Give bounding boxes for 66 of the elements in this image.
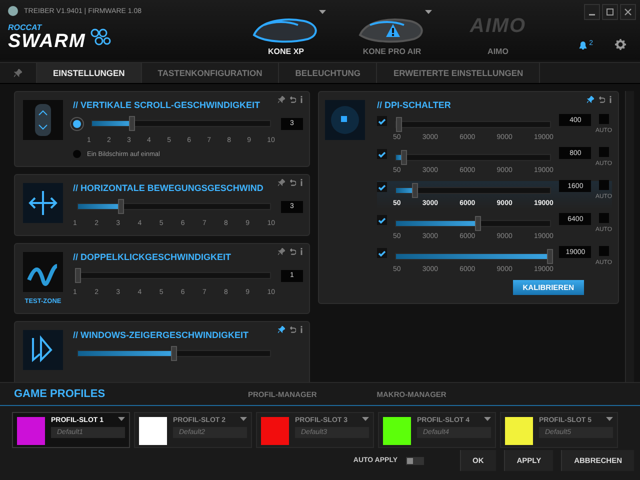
auto-checkbox[interactable] bbox=[598, 246, 609, 256]
sensor-icon bbox=[325, 100, 365, 140]
slider-thumb[interactable] bbox=[474, 216, 481, 231]
undo-icon[interactable] bbox=[289, 248, 296, 255]
auto-checkbox[interactable] bbox=[598, 114, 609, 124]
minimize-icon[interactable] bbox=[584, 4, 600, 20]
undo-icon[interactable] bbox=[598, 96, 605, 103]
slider-thumb[interactable] bbox=[400, 150, 407, 165]
slider-thumb[interactable] bbox=[396, 117, 402, 132]
slider-thumb[interactable] bbox=[128, 116, 135, 131]
bell-icon[interactable] bbox=[578, 40, 588, 50]
radio-button[interactable] bbox=[73, 120, 81, 128]
auto-checkbox[interactable] bbox=[598, 147, 609, 157]
info-icon[interactable] bbox=[300, 326, 303, 333]
checkbox[interactable] bbox=[377, 215, 387, 225]
pin-icon[interactable] bbox=[587, 96, 594, 103]
card-title: // DOPPELKLICKGESCHWINDIGKEIT bbox=[73, 252, 232, 262]
caret-icon[interactable] bbox=[319, 10, 326, 14]
card-title: // HORIZONTALE BEWEGUNGSGESCHWIND bbox=[73, 183, 264, 193]
pin-icon[interactable] bbox=[278, 326, 285, 333]
caret-icon[interactable] bbox=[425, 10, 432, 14]
caret-icon[interactable] bbox=[484, 417, 491, 421]
info-icon[interactable] bbox=[609, 96, 612, 103]
slider-thumb[interactable] bbox=[547, 249, 554, 264]
pin-icon[interactable] bbox=[278, 179, 285, 186]
pin-icon[interactable] bbox=[278, 248, 285, 255]
pin-icon[interactable] bbox=[14, 69, 22, 77]
horizontal-arrow-icon bbox=[23, 183, 63, 223]
info-icon[interactable] bbox=[300, 179, 303, 186]
cursor-icon bbox=[23, 330, 63, 370]
scrollbar[interactable] bbox=[625, 91, 634, 382]
undo-icon[interactable] bbox=[289, 179, 296, 186]
undo-icon[interactable] bbox=[289, 96, 296, 103]
info-icon[interactable] bbox=[300, 96, 303, 103]
settings-icon[interactable] bbox=[615, 39, 626, 50]
caret-icon[interactable] bbox=[118, 417, 125, 421]
pin-icon[interactable] bbox=[278, 96, 285, 103]
checkbox[interactable] bbox=[377, 182, 387, 192]
caret-icon[interactable] bbox=[240, 417, 247, 421]
card-title: // WINDOWS-ZEIGERGESCHWINDIGKEIT bbox=[73, 330, 250, 340]
slider-thumb[interactable] bbox=[412, 183, 418, 198]
section-title: GAME PROFILES bbox=[13, 388, 106, 400]
brand-label: ROCCAT bbox=[8, 24, 44, 32]
caret-icon[interactable] bbox=[606, 417, 613, 421]
tab[interactable]: EINSTELLUNGEN bbox=[37, 63, 142, 83]
close-icon[interactable] bbox=[620, 4, 636, 20]
auto-checkbox[interactable] bbox=[598, 180, 609, 190]
slider-thumb[interactable] bbox=[171, 346, 177, 361]
checkbox[interactable] bbox=[377, 248, 387, 258]
card-title: // DPI-SCHALTER bbox=[377, 100, 452, 110]
slider-thumb[interactable] bbox=[118, 199, 124, 214]
auto-checkbox[interactable] bbox=[598, 213, 609, 223]
info-icon[interactable] bbox=[300, 248, 303, 255]
auto-apply-toggle[interactable] bbox=[406, 456, 424, 464]
undo-icon[interactable] bbox=[289, 326, 296, 333]
checkbox[interactable] bbox=[377, 149, 387, 159]
product-logo: SWARM bbox=[8, 32, 86, 51]
device-tab[interactable]: KONE PRO AIR bbox=[342, 0, 442, 60]
checkbox[interactable] bbox=[377, 116, 387, 126]
card-title: // VERTIKALE SCROLL-GESCHWINDIGKEIT bbox=[73, 100, 262, 110]
app-logo-icon bbox=[8, 6, 18, 16]
radio-button[interactable] bbox=[73, 150, 81, 158]
maximize-icon[interactable] bbox=[602, 4, 618, 20]
caret-icon[interactable] bbox=[362, 417, 369, 421]
device-tab[interactable]: KONE XP bbox=[236, 0, 336, 60]
slider-thumb[interactable] bbox=[75, 268, 81, 283]
